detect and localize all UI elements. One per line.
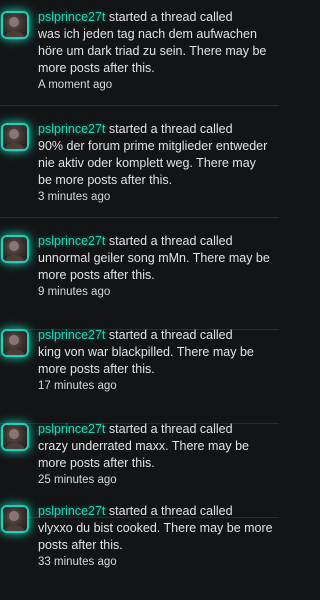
activity-text: pslprince27t started a thread called unn… (38, 233, 273, 301)
avatar[interactable] (3, 331, 27, 355)
activity-action: started a thread called (108, 234, 233, 248)
activity-item: pslprince27t started a thread called kin… (0, 318, 279, 424)
activity-action: started a thread called (108, 328, 233, 342)
avatar[interactable] (3, 237, 27, 261)
avatar[interactable] (3, 125, 27, 149)
thread-title-link[interactable]: unnormal geiler song mMn. There may be m… (38, 250, 273, 284)
user-avatar-icon (5, 429, 25, 449)
avatar[interactable] (3, 425, 27, 449)
activity-text: pslprince27t started a thread called cra… (38, 421, 273, 489)
activity-text: pslprince27t started a thread called vly… (38, 503, 273, 571)
activity-action: started a thread called (108, 422, 233, 436)
username-link[interactable]: pslprince27t (38, 10, 105, 24)
username-link[interactable]: pslprince27t (38, 234, 105, 248)
user-avatar-icon (5, 17, 25, 37)
activity-item: pslprince27t started a thread called vly… (0, 494, 279, 600)
activity-feed: pslprince27t started a thread called was… (0, 0, 279, 587)
activity-text: pslprince27t started a thread called was… (38, 9, 273, 94)
username-link[interactable]: pslprince27t (38, 122, 105, 136)
username-link[interactable]: pslprince27t (38, 504, 105, 518)
username-link[interactable]: pslprince27t (38, 422, 105, 436)
user-avatar-icon (5, 511, 25, 531)
activity-item: pslprince27t started a thread called unn… (0, 224, 279, 330)
timestamp: 33 minutes ago (38, 556, 117, 568)
activity-text: pslprince27t started a thread called kin… (38, 327, 273, 395)
thread-title-link[interactable]: vlyxxo du bist cooked. There may be more… (38, 520, 273, 554)
activity-text: pslprince27t started a thread called 90%… (38, 121, 273, 206)
activity-item: pslprince27t started a thread called was… (0, 0, 279, 106)
thread-title-link[interactable]: king von war blackpilled. There may be m… (38, 344, 273, 378)
activity-action: started a thread called (108, 122, 233, 136)
activity-action: started a thread called (108, 10, 233, 24)
thread-title-link[interactable]: was ich jeden tag nach dem aufwachen hör… (38, 26, 273, 77)
thread-title-link[interactable]: 90% der forum prime mitglieder entweder … (38, 138, 273, 189)
user-avatar-icon (5, 241, 25, 261)
timestamp: 3 minutes ago (38, 191, 111, 203)
activity-item: pslprince27t started a thread called 90%… (0, 112, 279, 218)
timestamp: 17 minutes ago (38, 380, 117, 392)
thread-title-link[interactable]: crazy underrated maxx. There may be more… (38, 438, 273, 472)
timestamp: 9 minutes ago (38, 286, 111, 298)
avatar[interactable] (3, 507, 27, 531)
timestamp: A moment ago (38, 79, 113, 91)
username-link[interactable]: pslprince27t (38, 328, 105, 342)
user-avatar-icon (5, 129, 25, 149)
timestamp: 25 minutes ago (38, 474, 117, 486)
avatar[interactable] (3, 13, 27, 37)
activity-action: started a thread called (108, 504, 233, 518)
user-avatar-icon (5, 335, 25, 355)
